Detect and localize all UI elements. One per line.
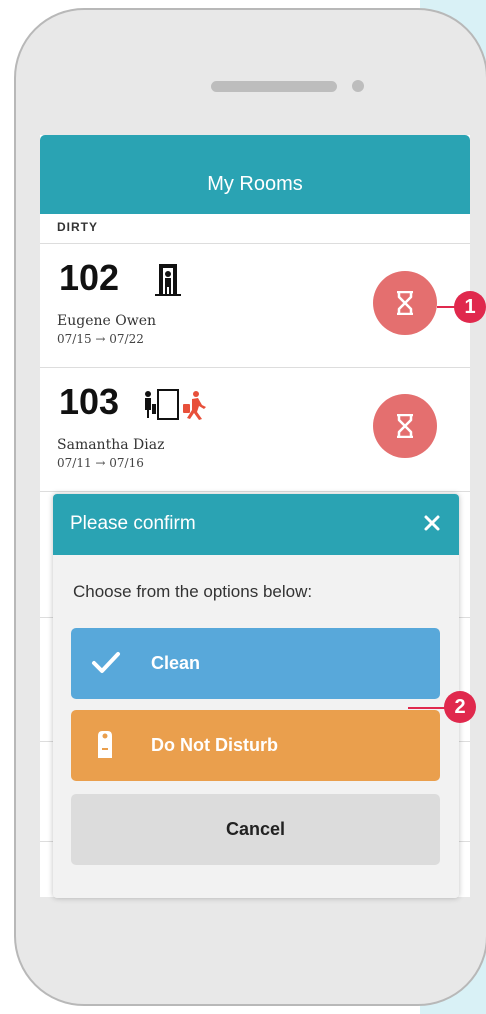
dialog-prompt: Choose from the options below: bbox=[73, 582, 313, 601]
cancel-button[interactable]: Cancel bbox=[71, 794, 440, 865]
stay-dates: 07/11 → 07/16 bbox=[57, 456, 144, 470]
guest-name: Samantha Diaz bbox=[57, 437, 165, 453]
room-number: 102 bbox=[59, 257, 120, 298]
hourglass-icon bbox=[397, 291, 413, 315]
checkmark-icon bbox=[92, 652, 120, 673]
row-divider bbox=[40, 491, 470, 492]
section-label-dirty: DIRTY bbox=[57, 220, 98, 234]
room-status-button[interactable] bbox=[373, 271, 437, 335]
room-status-button[interactable] bbox=[373, 394, 437, 458]
do-not-disturb-button[interactable]: Do Not Disturb bbox=[71, 710, 440, 781]
callout-line bbox=[408, 707, 448, 709]
callout-badge-2: 2 bbox=[444, 691, 476, 723]
page-title: My Rooms bbox=[207, 173, 303, 195]
row-divider bbox=[40, 367, 470, 368]
dialog-title: Please confirm bbox=[70, 513, 196, 534]
do-not-disturb-button-label: Do Not Disturb bbox=[151, 735, 278, 755]
cancel-button-label: Cancel bbox=[225, 819, 286, 839]
phone-camera bbox=[352, 80, 364, 92]
callout-badge-1: 1 bbox=[454, 291, 486, 323]
clean-button-label: Clean bbox=[151, 653, 201, 673]
guest-name: Eugene Owen bbox=[57, 313, 156, 329]
door-hanger-icon bbox=[98, 731, 112, 758]
dialog-header: Please confirm bbox=[53, 494, 459, 555]
hourglass-icon bbox=[397, 414, 413, 438]
stay-dates: 07/15 → 07/22 bbox=[57, 332, 144, 346]
close-icon[interactable] bbox=[421, 512, 443, 534]
phone-speaker bbox=[211, 81, 337, 92]
app-header: My Rooms bbox=[40, 135, 470, 214]
clean-button[interactable]: Clean bbox=[71, 628, 440, 699]
confirm-dialog: Please confirm Choose from the options b… bbox=[53, 494, 459, 898]
room-number: 103 bbox=[59, 381, 120, 422]
door-with-person-icon bbox=[155, 264, 181, 296]
guest-leaving-door-icon bbox=[145, 389, 206, 420]
row-divider bbox=[40, 243, 470, 244]
